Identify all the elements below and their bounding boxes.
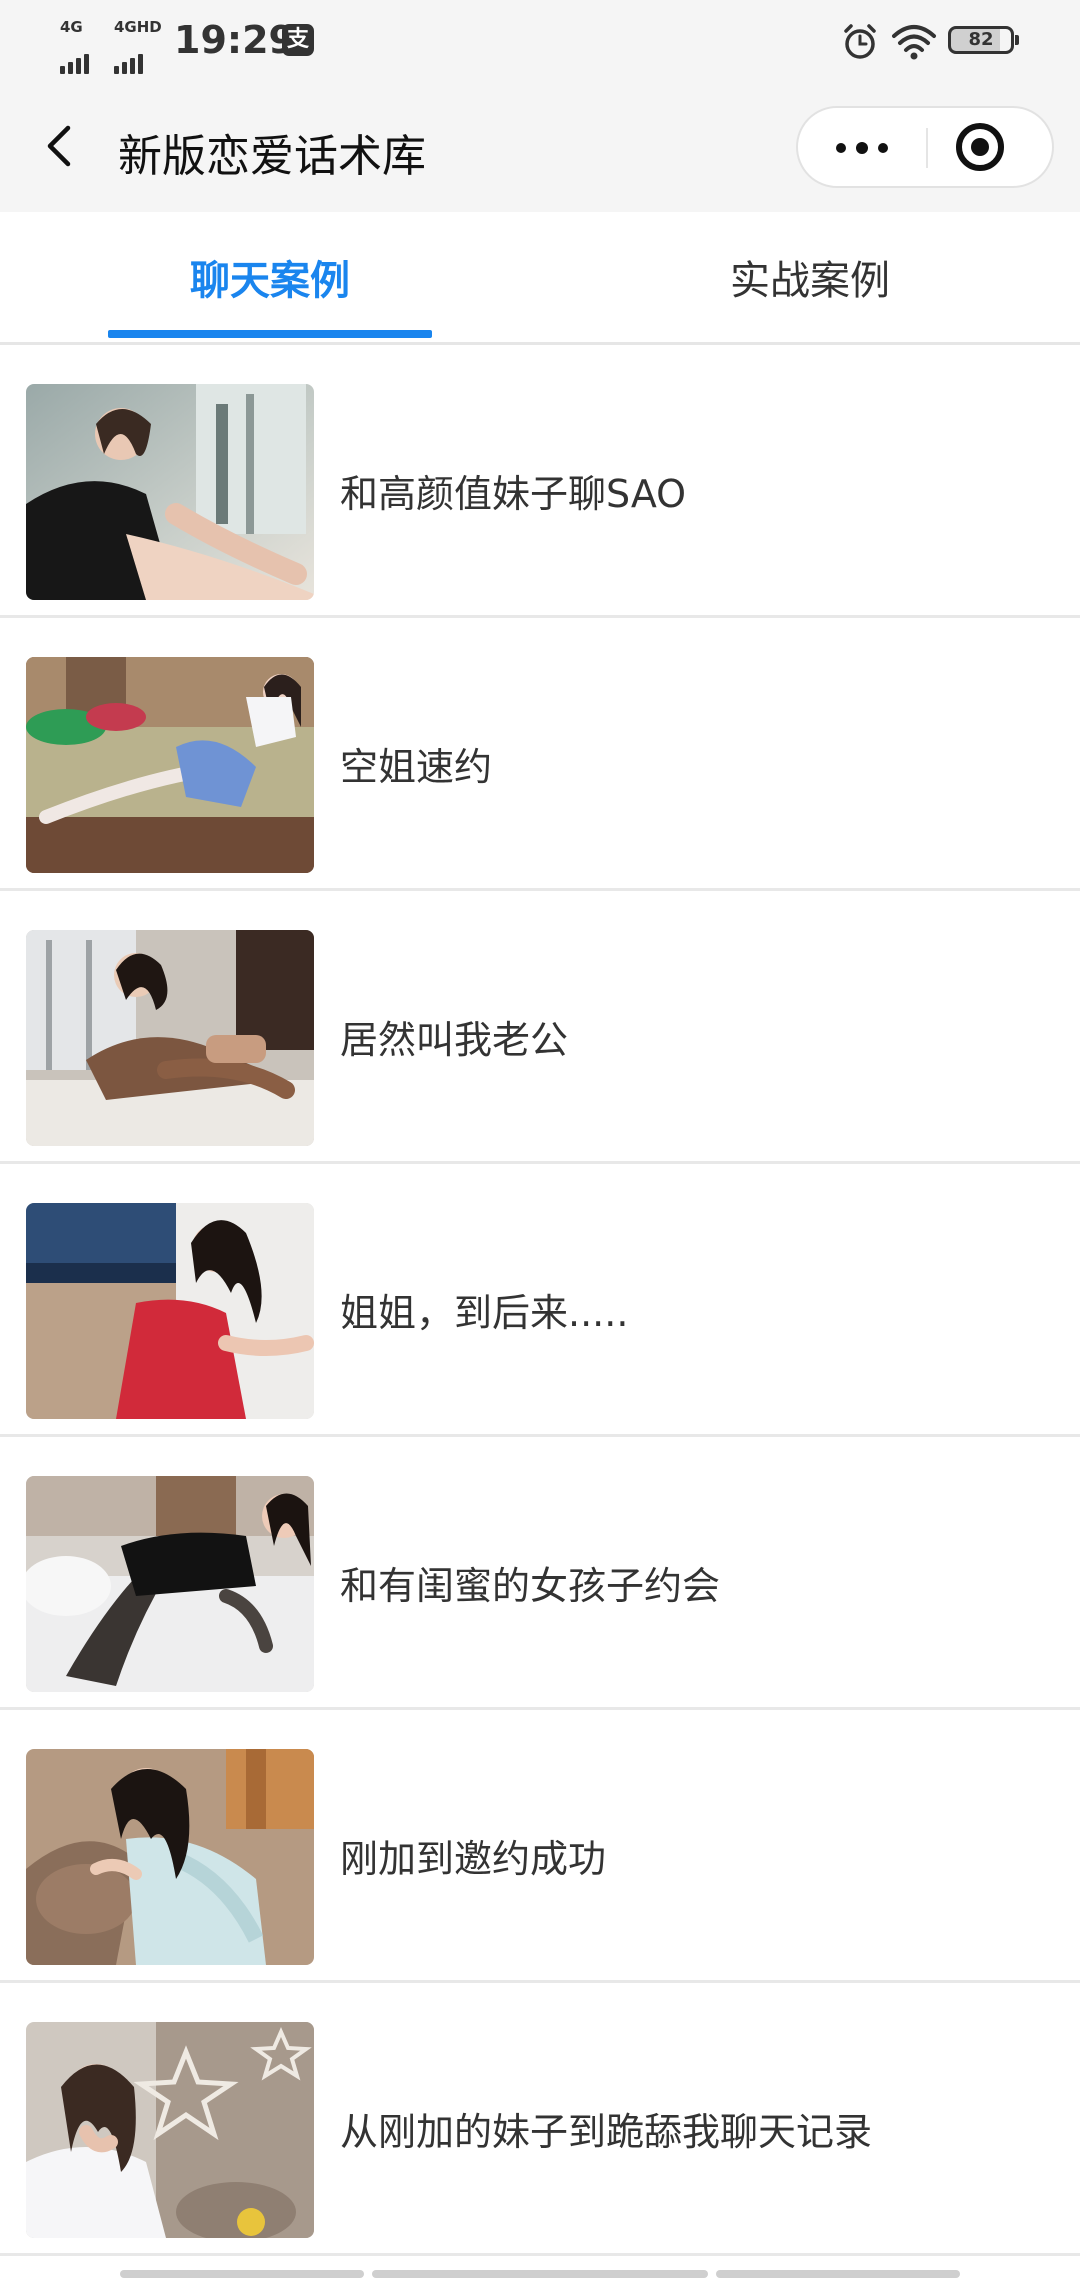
thumbnail-image [26, 1749, 314, 1965]
signal-label: 4G [60, 18, 83, 36]
more-dots-icon [878, 143, 888, 153]
list-item[interactable]: 居然叫我老公 [0, 891, 1080, 1164]
battery-indicator: 82 [948, 26, 1019, 54]
list-item-title: 居然叫我老公 [340, 1018, 569, 1062]
signal-label: 4GHD [114, 18, 162, 36]
bottom-partial-row [0, 2268, 1080, 2280]
case-list: 和高颜值妹子聊SAO 空姐速约 居然叫我老公 姐姐，到后来..... 和有闺蜜的… [0, 345, 1080, 2256]
thumbnail-image [26, 930, 314, 1146]
list-item[interactable]: 和高颜值妹子聊SAO [0, 345, 1080, 618]
thumbnail-image [26, 2022, 314, 2238]
status-time: 19:29 [174, 18, 295, 62]
page-title: 新版恋爱话术库 [118, 131, 426, 182]
list-item-title: 姐姐，到后来..... [340, 1291, 629, 1335]
back-button[interactable] [30, 116, 90, 176]
more-dots-icon [856, 142, 868, 154]
tab-bar: 聊天案例 实战案例 [0, 212, 1080, 345]
tab-practical-cases[interactable]: 实战案例 [540, 212, 1080, 342]
thumbnail-image [26, 1203, 314, 1419]
list-item[interactable]: 和有闺蜜的女孩子约会 [0, 1437, 1080, 1710]
list-item[interactable]: 姐姐，到后来..... [0, 1164, 1080, 1437]
thumbnail-image [26, 657, 314, 873]
wifi-icon [892, 25, 936, 60]
list-item-title: 刚加到邀约成功 [340, 1837, 607, 1881]
status-bar: 4G 4GHD 19:29 支 82 [0, 0, 1080, 82]
list-item[interactable]: 刚加到邀约成功 [0, 1710, 1080, 1983]
alipay-icon: 支 [282, 24, 314, 56]
list-item-title: 和有闺蜜的女孩子约会 [340, 1564, 721, 1608]
list-item-title: 空姐速约 [340, 745, 493, 789]
list-item[interactable]: 空姐速约 [0, 618, 1080, 891]
tab-label: 实战案例 [730, 258, 890, 304]
tab-label: 聊天案例 [190, 258, 350, 304]
mini-program-capsule [796, 106, 1054, 188]
more-dots-icon [836, 143, 846, 153]
alarm-icon [844, 24, 876, 59]
close-miniprogram-button[interactable] [928, 108, 1052, 186]
navigation-bar: 新版恋爱话术库 [0, 82, 1080, 212]
page: 4G 4GHD 19:29 支 82 新版恋爱话术库 聊天案例 实战案例 和高颜… [0, 0, 1080, 2280]
active-tab-indicator [108, 330, 432, 338]
tab-chat-cases[interactable]: 聊天案例 [0, 212, 540, 342]
list-item[interactable]: 从刚加的妹子到跪舔我聊天记录 [0, 1983, 1080, 2256]
list-item-title: 和高颜值妹子聊SAO [340, 472, 687, 516]
list-item-title: 从刚加的妹子到跪舔我聊天记录 [340, 2110, 873, 2154]
thumbnail-image [26, 1476, 314, 1692]
thumbnail-image [26, 384, 314, 600]
more-button[interactable] [798, 108, 926, 186]
